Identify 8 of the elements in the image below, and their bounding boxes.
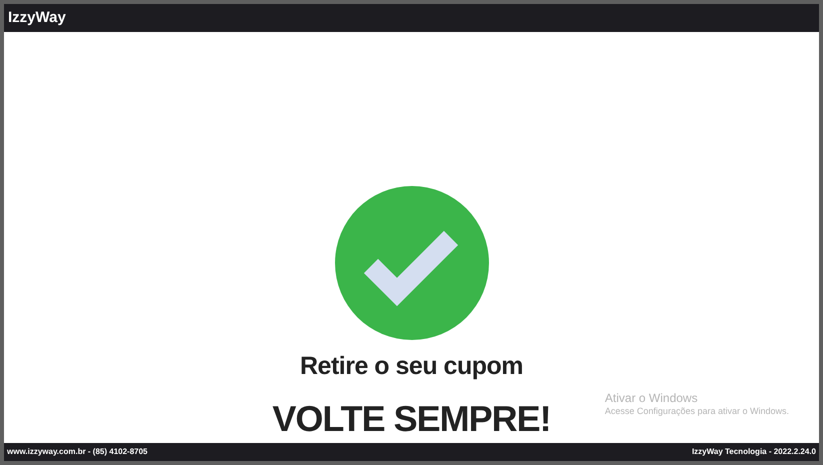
app-title: IzzyWay bbox=[8, 8, 66, 28]
instruction-text: Retire o seu cupom bbox=[300, 354, 523, 379]
activation-text: Acesse Configurações para ativar o Windows. bbox=[604, 406, 789, 417]
success-check-icon bbox=[334, 186, 488, 340]
contact-text: www.izzyway.com.br - (85) 4102-8705 bbox=[7, 446, 148, 458]
version-text: IzzyWay Tecnologia - 2022.2.24.0 bbox=[692, 446, 816, 458]
farewell-text: VOLTE SEMPRE! bbox=[272, 401, 551, 437]
activation-title: Ativar o Windows bbox=[604, 390, 699, 406]
